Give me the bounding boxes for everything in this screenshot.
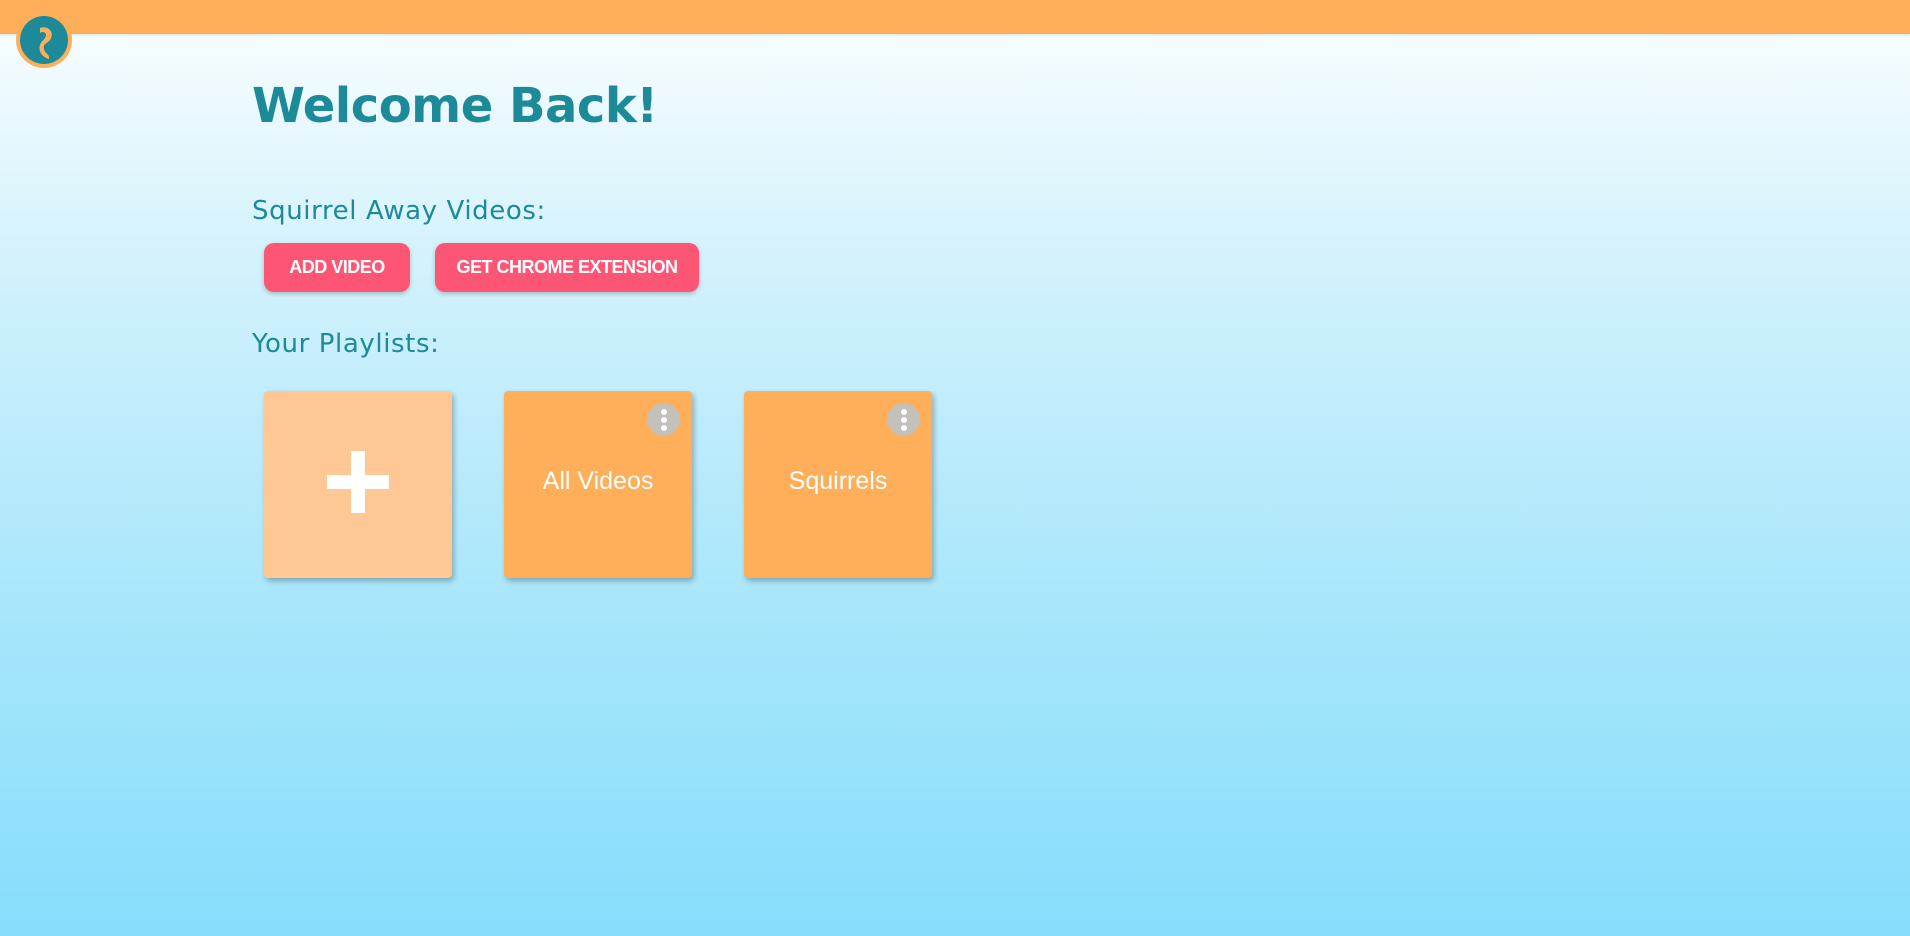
top-bar <box>0 0 1910 34</box>
playlist-card-squirrels[interactable]: Squirrels <box>744 391 932 578</box>
more-vertical-icon[interactable] <box>887 403 920 436</box>
more-vertical-icon[interactable] <box>647 403 680 436</box>
playlist-card-label: All Videos <box>542 467 654 495</box>
get-chrome-extension-button[interactable]: GET CHROME EXTENSION <box>435 243 699 292</box>
squirrel-logo-icon[interactable] <box>16 12 72 68</box>
new-playlist-card[interactable] <box>264 391 452 578</box>
playlist-card-all-videos[interactable]: All Videos <box>504 391 692 578</box>
add-video-button[interactable]: ADD VIDEO <box>264 243 410 292</box>
videos-section-heading: Squirrel Away Videos: <box>252 196 546 226</box>
squirrel-tail-icon <box>20 16 68 64</box>
playlist-card-label: Squirrels <box>788 467 888 495</box>
page-title: Welcome Back! <box>252 78 658 134</box>
playlists-section-heading: Your Playlists: <box>252 329 440 359</box>
